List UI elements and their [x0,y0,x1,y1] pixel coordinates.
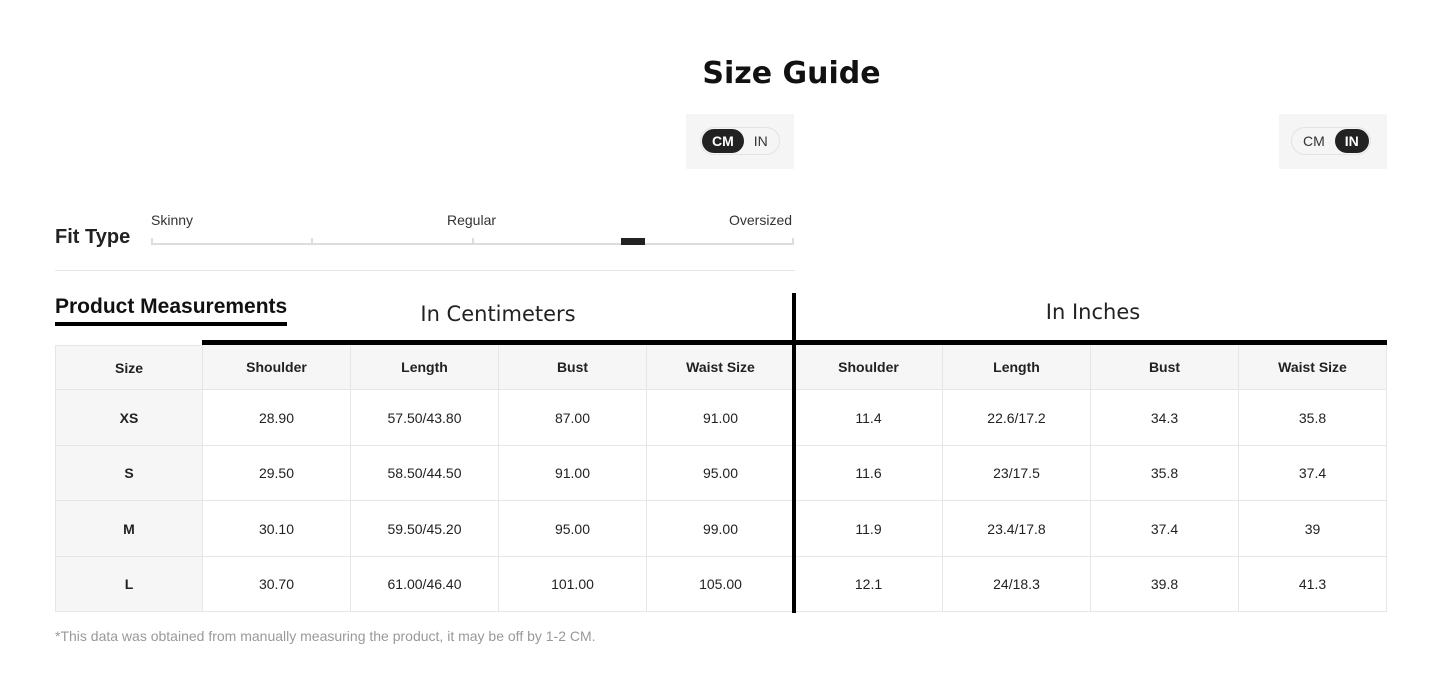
table-cell: 58.50/44.50 [351,446,499,501]
fit-scale-marker [621,238,645,245]
header-waist-in: Waist Size [1239,345,1387,390]
unit-option-cm[interactable]: CM [1293,129,1335,153]
table-cell: 30.10 [203,501,351,557]
table-cell: 39 [1239,501,1387,557]
table-cell: 28.90 [203,390,351,446]
table-cell: 59.50/45.20 [351,501,499,557]
table-cell: 95.00 [647,446,795,501]
table-header-row: Size Shoulder Length Bust Waist Size Sho… [55,345,1387,390]
fit-scale-tick [792,238,794,245]
header-size: Size [55,345,203,390]
unit-option-in[interactable]: IN [744,129,778,153]
table-cell: 37.4 [1239,446,1387,501]
size-cell: XS [55,390,203,446]
table-cell: 24/18.3 [943,557,1091,612]
table-cell: 87.00 [499,390,647,446]
table-row: S 29.50 58.50/44.50 91.00 95.00 11.6 23/… [55,446,1387,501]
table-cell: 41.3 [1239,557,1387,612]
header-bust-in: Bust [1091,345,1239,390]
unit-option-cm[interactable]: CM [702,129,744,153]
table-cell: 37.4 [1091,501,1239,557]
fit-scale-oversized: Oversized [729,212,793,228]
fit-scale-regular: Regular [447,212,497,228]
divider [55,270,795,271]
table-cell: 35.8 [1239,390,1387,446]
table-cell: 11.6 [795,446,943,501]
header-shoulder-in: Shoulder [795,345,943,390]
unit-toggle-panel-cm: CM IN [686,114,794,169]
table-row: M 30.10 59.50/45.20 95.00 99.00 11.9 23.… [55,501,1387,557]
table-cell: 23/17.5 [943,446,1091,501]
header-bust-cm: Bust [499,345,647,390]
unit-toggle-cm[interactable]: CM IN [700,127,780,155]
unit-toggle-panel-in: CM IN [1279,114,1387,169]
table-row: L 30.70 61.00/46.40 101.00 105.00 12.1 2… [55,557,1387,612]
fit-scale-tick [472,238,474,245]
measurement-note: *This data was obtained from manually me… [55,628,596,644]
table-cell: 105.00 [647,557,795,612]
fit-scale-skinny: Skinny [151,212,194,228]
size-cell: M [55,501,203,557]
header-waist-cm: Waist Size [647,345,795,390]
table-cell: 11.9 [795,501,943,557]
page-title: Size Guide [702,56,881,91]
header-length-cm: Length [351,345,499,390]
section-divider [792,293,796,613]
table-cell: 95.00 [499,501,647,557]
measurements-table: Size Shoulder Length Bust Waist Size Sho… [55,345,1387,612]
fit-scale-tick [151,238,153,245]
fit-type-label: Fit Type [55,226,131,248]
table-cell: 91.00 [647,390,795,446]
table-cell: 30.70 [203,557,351,612]
table-cell: 99.00 [647,501,795,557]
unit-toggle-in[interactable]: CM IN [1291,127,1371,155]
fit-scale-tick [311,238,313,245]
table-cell: 39.8 [1091,557,1239,612]
table-cell: 101.00 [499,557,647,612]
table-cell: 23.4/17.8 [943,501,1091,557]
table-cell: 34.3 [1091,390,1239,446]
size-cell: L [55,557,203,612]
header-length-in: Length [943,345,1091,390]
table-cell: 22.6/17.2 [943,390,1091,446]
section-title-centimeters: In Centimeters [420,302,576,326]
unit-option-in[interactable]: IN [1334,129,1369,153]
table-cell: 12.1 [795,557,943,612]
table-cell: 11.4 [795,390,943,446]
table-cell: 61.00/46.40 [351,557,499,612]
header-shoulder-cm: Shoulder [203,345,351,390]
table-cell: 29.50 [203,446,351,501]
table-row: XS 28.90 57.50/43.80 87.00 91.00 11.4 22… [55,390,1387,446]
table-cell: 35.8 [1091,446,1239,501]
section-title-inches: In Inches [1045,300,1141,324]
table-cell: 57.50/43.80 [351,390,499,446]
table-cell: 91.00 [499,446,647,501]
size-cell: S [55,446,203,501]
